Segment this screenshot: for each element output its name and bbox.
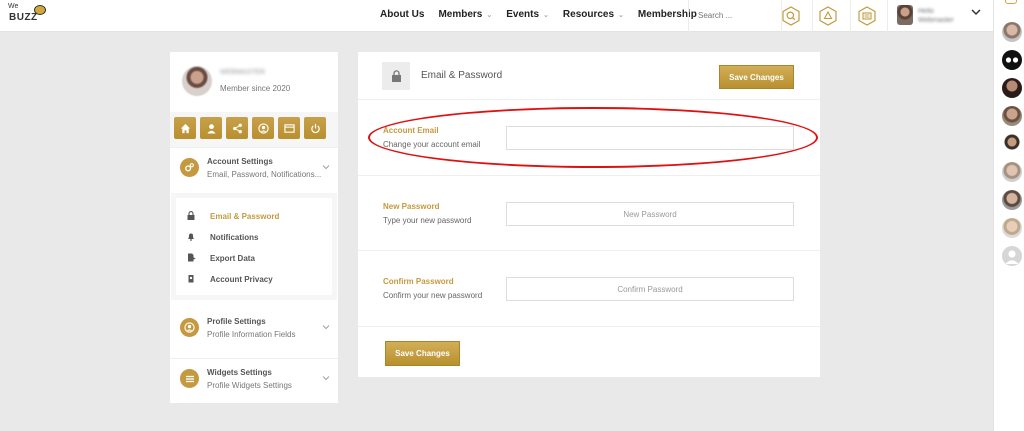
divider [887,0,888,32]
search-hex-icon[interactable] [779,4,803,28]
new-password-field[interactable] [506,202,794,226]
power-icon[interactable] [304,117,326,139]
submenu-item-label: Account Privacy [210,275,273,284]
avatar[interactable] [1002,218,1022,238]
avatar[interactable] [1002,246,1022,266]
user-icon[interactable] [200,117,222,139]
account-email-row: Account Email Change your account email [358,100,820,176]
profile-name[interactable]: WEBMASTER [220,69,265,76]
confirm-password-field[interactable] [506,277,794,301]
section-subtitle: Email, Password, Notifications... [207,170,322,179]
avatar[interactable] [1002,106,1022,126]
account-email-field[interactable] [506,126,794,150]
confirm-password-row: Confirm Password Confirm your new passwo… [358,251,820,327]
message-hex-icon[interactable] [855,4,879,28]
divider [850,0,851,32]
field-label: Confirm Password [383,277,454,286]
field-description: Type your new password [383,216,472,225]
lock-icon [186,211,196,222]
logo-line2: BUZZ [9,12,38,23]
new-password-row: New Password Type your new password [358,176,820,251]
chevron-down-icon [322,322,330,332]
divider [812,0,813,32]
list-icon [180,369,199,388]
section-title: Profile Settings [207,317,266,326]
alert-hex-icon[interactable] [816,4,840,28]
nav-about-us-label: About Us [380,9,425,20]
chevron-down-icon [322,162,330,172]
avatar[interactable] [1002,190,1022,210]
submenu-item-account-privacy[interactable]: Account Privacy [186,274,273,285]
chevron-down-icon [322,373,330,383]
field-label: Account Email [383,126,439,135]
nav-about-us[interactable]: About Us [380,9,424,20]
member-since: Member since 2020 [220,84,291,93]
bee-icon [34,5,46,15]
search-box [688,0,780,32]
card-icon[interactable] [278,117,300,139]
nav-members[interactable]: Members ⌄ [438,9,492,20]
section-account-settings[interactable]: Account Settings Email, Password, Notifi… [170,147,338,191]
chevron-down-icon: ⌄ [618,11,624,19]
email-password-form-card: Email & Password Save Changes Account Em… [358,52,820,377]
avatar[interactable] [1002,162,1022,182]
site-logo[interactable]: We BUZZ [8,3,48,27]
submenu-item-label: Export Data [210,254,255,263]
online-members-strip [993,0,1024,431]
chevron-down-icon: ⌄ [486,11,493,19]
avatar[interactable] [182,66,212,96]
account-submenu: Email & Password Notifications Export Da… [176,198,332,295]
save-changes-button-bottom[interactable]: Save Changes [385,341,460,366]
nav-members-label: Members [438,9,483,20]
section-title: Widgets Settings [207,368,272,377]
form-title: Email & Password [421,70,503,81]
nav-resources[interactable]: Resources ⌄ [563,9,624,20]
field-description: Confirm your new password [383,291,483,300]
field-label: New Password [383,202,440,211]
user-name-line1: Hello [918,8,934,15]
section-title: Account Settings [207,157,273,166]
avatar[interactable] [1002,78,1022,98]
home-icon[interactable] [174,117,196,139]
user-circle-icon [180,318,199,337]
lock-icon [382,62,410,90]
main-nav: About Us Members ⌄ Events ⌄ Resources ⌄ Mem… [380,9,721,20]
submenu-item-export-data[interactable]: Export Data [186,253,255,264]
nav-events[interactable]: Events ⌄ [506,9,549,20]
section-widgets-settings[interactable]: Widgets Settings Profile Widgets Setting… [170,358,338,402]
form-header: Email & Password Save Changes [358,52,820,100]
submenu-item-email-password[interactable]: Email & Password [186,211,279,222]
user-name-line2: Webmaster [918,17,954,24]
submenu-item-notifications[interactable]: Notifications [186,232,258,243]
user-name[interactable]: Hello Webmaster [918,7,954,25]
save-changes-button-top[interactable]: Save Changes [719,65,794,89]
chevron-down-icon: ⌄ [543,11,549,19]
chevron-down-icon[interactable] [971,7,981,19]
search-input[interactable] [698,11,768,20]
account-sidebar-card: WEBMASTER Member since 2020 Account Sett… [170,52,338,403]
bell-icon [186,232,196,243]
top-bar: We BUZZ About Us Members ⌄ Events ⌄ Resour… [0,0,993,32]
avatar[interactable] [1002,22,1022,42]
gears-icon [180,158,199,177]
submenu-item-label: Notifications [210,233,259,242]
avatar[interactable] [1002,50,1022,70]
section-subtitle: Profile Widgets Settings [207,381,292,390]
submenu-item-label: Email & Password [210,212,280,221]
profile-icon-bar [170,112,338,147]
nav-resources-label: Resources [562,9,615,20]
section-subtitle: Profile Information Fields [207,330,296,339]
logo-line1: We [8,3,19,10]
chat-icon[interactable] [1005,0,1017,4]
field-description: Change your account email [383,140,481,149]
user-avatar[interactable] [897,5,913,25]
avatar[interactable] [1002,134,1022,154]
export-icon [186,253,196,264]
privacy-icon [186,274,196,285]
nav-events-label: Events [506,9,540,20]
section-profile-settings[interactable]: Profile Settings Profile Information Fie… [170,308,338,352]
profile-icon[interactable] [252,117,274,139]
share-icon[interactable] [226,117,248,139]
